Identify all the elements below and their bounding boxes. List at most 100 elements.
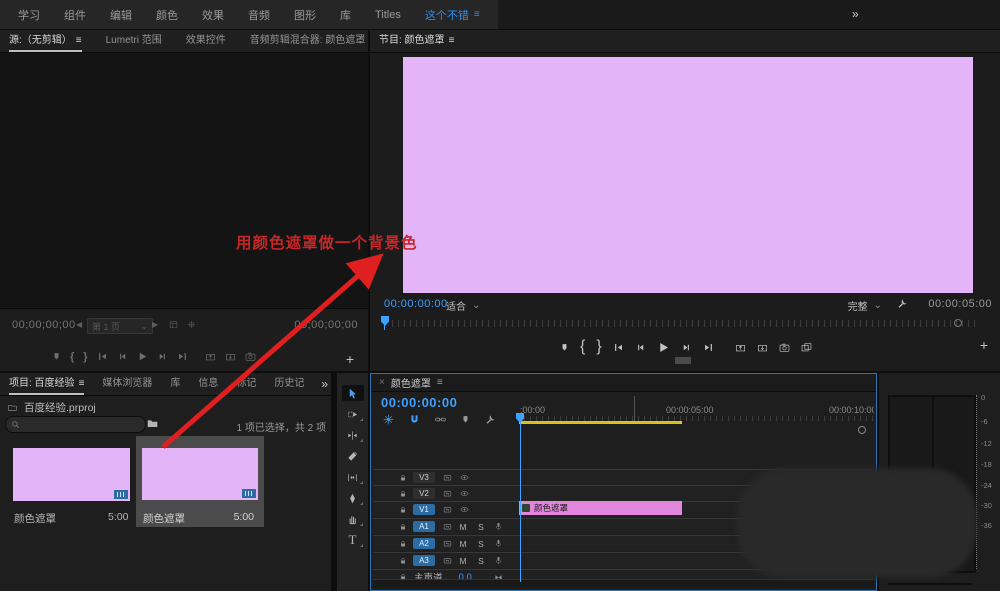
transport-resize-grip[interactable] [675, 357, 691, 364]
track-output-eye-icon[interactable] [460, 505, 469, 514]
type-tool[interactable]: T [342, 532, 364, 548]
solo-button[interactable]: S [476, 522, 486, 532]
track-output-eye-icon[interactable] [460, 489, 469, 498]
project-item-selected[interactable]: 颜色遮罩 5:00 [136, 436, 264, 527]
mark-out-icon[interactable]: } [83, 352, 87, 362]
track-target-badge[interactable]: V3 [413, 472, 435, 483]
tab-libraries[interactable]: 库 [170, 373, 180, 395]
add-marker-icon[interactable] [52, 352, 61, 361]
insert-nest-sequences-icon[interactable] [383, 414, 394, 425]
tab-history[interactable]: 历史记 [274, 373, 304, 395]
project-item-name[interactable]: 颜色遮罩 [14, 511, 56, 526]
program-panel-menu-icon[interactable]: ≡ [449, 30, 455, 52]
workspace-menu-icon[interactable]: ≡ [474, 9, 480, 20]
tab-program[interactable]: 节目: 颜色遮罩 ≡ [379, 30, 454, 52]
workspace-overflow-icon[interactable]: » [852, 7, 859, 21]
add-marker-icon[interactable] [461, 415, 470, 424]
track-lock-icon[interactable] [399, 523, 407, 531]
go-to-in-icon[interactable] [97, 351, 108, 362]
step-forward-icon[interactable] [681, 342, 692, 353]
ripple-edit-tool[interactable] [342, 427, 364, 443]
insert-icon[interactable] [205, 351, 216, 362]
export-frame-icon[interactable] [779, 342, 790, 353]
close-sequence-icon[interactable]: × [379, 377, 385, 388]
mark-in-icon[interactable]: { [580, 338, 585, 356]
tab-info[interactable]: 信息 [198, 373, 218, 395]
razor-tool[interactable] [342, 448, 364, 464]
source-next-icon[interactable]: ▶ [152, 320, 158, 329]
scrubber-zoom-handle[interactable] [954, 319, 962, 327]
program-current-timecode[interactable]: 00:00:00:00 [384, 298, 448, 310]
track-select-forward-tool[interactable] [342, 406, 364, 422]
extract-icon[interactable] [757, 342, 768, 353]
sequence-tab-label[interactable]: 颜色遮罩 [391, 375, 431, 390]
mark-out-icon[interactable]: } [596, 338, 601, 356]
voiceover-mic-icon[interactable] [494, 522, 503, 531]
work-area-bar[interactable] [519, 421, 682, 424]
program-settings-wrench-icon[interactable] [897, 298, 908, 309]
tab-lumetri-scopes[interactable]: Lumetri 范围 [106, 30, 162, 52]
workspace-tab-graphics[interactable]: 图形 [282, 7, 328, 23]
track-lock-icon[interactable] [399, 490, 407, 498]
workspace-tab-libraries[interactable]: 库 [328, 7, 363, 23]
source-panel-menu-icon[interactable]: ≡ [76, 30, 82, 52]
tab-project[interactable]: 项目: 百度经验 ≡ [9, 373, 84, 395]
hand-tool[interactable] [342, 511, 364, 527]
workspace-tab-effects[interactable]: 效果 [190, 7, 236, 23]
voiceover-mic-icon[interactable] [494, 556, 503, 565]
timeline-zoom-handle[interactable] [858, 426, 866, 434]
workspace-tab-audio[interactable]: 音频 [236, 7, 282, 23]
timeline-playhead-timecode[interactable]: 00:00:00:00 [381, 395, 457, 410]
tab-media-browser[interactable]: 媒体浏览器 [102, 373, 152, 395]
tab-effect-controls[interactable]: 效果控件 [186, 30, 226, 52]
track-target-badge[interactable]: V1 [413, 504, 435, 515]
sync-lock-icon[interactable] [443, 556, 452, 565]
source-page-select[interactable]: 第 1 页 ⌄ [87, 318, 153, 334]
tab-audio-clip-mixer[interactable]: 音频剪辑混合器: 颜色遮罩 [250, 30, 366, 52]
solo-button[interactable]: S [476, 556, 486, 566]
pen-tool[interactable] [342, 490, 364, 506]
project-panel-menu-icon[interactable]: ≡ [79, 373, 85, 395]
track-lock-icon[interactable] [399, 506, 407, 514]
source-prev-icon[interactable]: ◀ [76, 320, 82, 329]
track-lock-icon[interactable] [399, 474, 407, 482]
program-playhead[interactable] [381, 316, 389, 326]
workspace-tab-active[interactable]: 这个不错 ≡ [413, 7, 492, 23]
mute-button[interactable]: M [458, 556, 468, 566]
linked-selection-icon[interactable] [435, 414, 446, 425]
sync-lock-icon[interactable] [443, 522, 452, 531]
track-lock-icon[interactable] [399, 557, 407, 565]
track-target-badge[interactable]: V2 [413, 488, 435, 499]
overwrite-icon[interactable] [225, 351, 236, 362]
workspace-tab-edit[interactable]: 编辑 [98, 7, 144, 23]
program-zoom-select[interactable]: 适合 ⌄ [446, 298, 480, 313]
project-search-input[interactable] [5, 416, 146, 433]
snap-magnet-icon[interactable] [409, 414, 420, 425]
sync-lock-icon[interactable] [443, 489, 452, 498]
sync-lock-icon[interactable] [443, 505, 452, 514]
playback-resolution-select[interactable]: 完整 ⌄ [848, 298, 882, 313]
workspace-tab-color[interactable]: 颜色 [144, 7, 190, 23]
program-button-editor-icon[interactable]: + [980, 339, 988, 351]
play-icon[interactable] [657, 341, 670, 354]
source-settings-icon[interactable] [169, 320, 178, 329]
source-button-editor-icon[interactable]: + [346, 353, 354, 365]
voiceover-mic-icon[interactable] [494, 539, 503, 548]
go-to-out-icon[interactable] [177, 351, 188, 362]
step-back-icon[interactable] [117, 351, 128, 362]
lift-icon[interactable] [735, 342, 746, 353]
timeline-ruler[interactable]: :00:00 00:00:05:00 00:00:10:00 [516, 404, 874, 422]
slip-tool[interactable] [342, 469, 364, 485]
program-scrubber[interactable] [378, 314, 992, 330]
sync-lock-icon[interactable] [443, 539, 452, 548]
timeline-clip-color-matte[interactable]: 颜色遮罩 [519, 501, 682, 515]
workspace-tab-learn[interactable]: 学习 [6, 7, 52, 23]
track-target-badge[interactable]: A3 [413, 555, 435, 566]
comparison-view-icon[interactable] [801, 342, 812, 353]
project-tabs-overflow-icon[interactable]: » [321, 377, 328, 391]
track-target-badge[interactable]: A2 [413, 538, 435, 549]
tab-markers[interactable]: 标记 [236, 373, 256, 395]
drag-video-audio-icon[interactable] [187, 320, 196, 329]
mute-button[interactable]: M [458, 522, 468, 532]
project-item-name[interactable]: 颜色遮罩 [143, 511, 185, 526]
